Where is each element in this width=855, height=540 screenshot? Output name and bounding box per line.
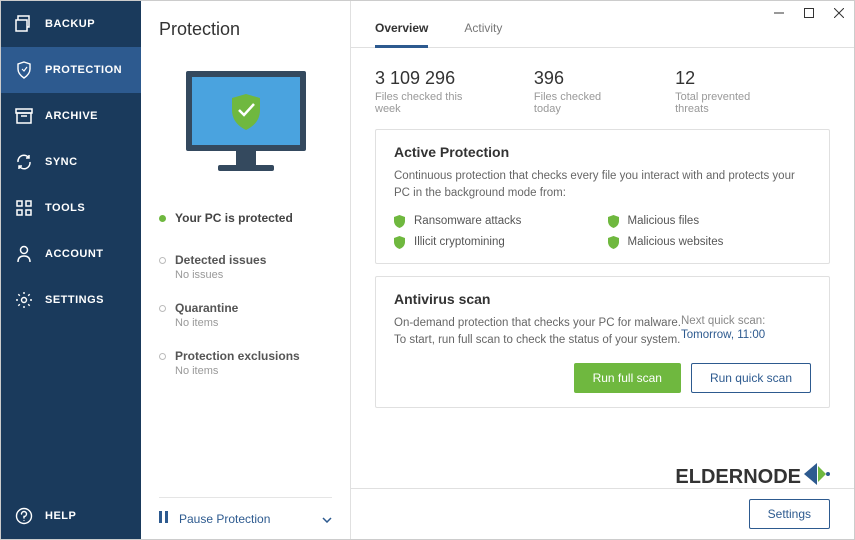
- shield-bullet-icon: [608, 236, 619, 249]
- sidebar-item-label: TOOLS: [45, 202, 85, 214]
- shield-bullet-icon: [394, 215, 405, 228]
- run-full-scan-button[interactable]: Run full scan: [574, 363, 681, 393]
- stat-value: 396: [534, 68, 625, 89]
- shield-icon: [15, 61, 33, 79]
- card-desc: On-demand protection that checks your PC…: [394, 315, 681, 350]
- settings-button[interactable]: Settings: [749, 499, 830, 529]
- next-scan-value: Tomorrow, 11:00: [681, 329, 811, 341]
- status-row: Your PC is protected: [159, 211, 332, 225]
- stat-label: Files checked this week: [375, 91, 484, 115]
- stat-files-today: 396 Files checked today: [534, 68, 625, 115]
- bullet-item: Malicious files: [608, 215, 812, 228]
- info-quarantine[interactable]: Quarantine No items: [159, 301, 332, 329]
- sync-icon: [15, 153, 33, 171]
- gear-icon: [15, 291, 33, 309]
- pause-label: Pause Protection: [179, 512, 270, 526]
- run-quick-scan-button[interactable]: Run quick scan: [691, 363, 811, 393]
- info-sub: No issues: [175, 269, 266, 281]
- info-title: Protection exclusions: [175, 349, 300, 363]
- sidebar-item-label: PROTECTION: [45, 64, 122, 76]
- sidebar-item-label: ARCHIVE: [45, 110, 98, 122]
- maximize-button[interactable]: [794, 1, 824, 25]
- sidebar-item-sync[interactable]: SYNC: [1, 139, 141, 185]
- bullet-item: Illicit cryptomining: [394, 236, 598, 249]
- backup-icon: [15, 15, 33, 33]
- info-dot-icon: [159, 257, 166, 264]
- chevron-down-icon: [322, 512, 332, 526]
- app-window: BACKUP PROTECTION ARCHIVE SYNC TOOLS: [0, 0, 855, 540]
- close-button[interactable]: [824, 1, 854, 25]
- minimize-button[interactable]: [764, 1, 794, 25]
- bullet-item: Malicious websites: [608, 236, 812, 249]
- stat-label: Total prevented threats: [675, 91, 780, 115]
- info-sub: No items: [175, 317, 238, 329]
- stat-files-week: 3 109 296 Files checked this week: [375, 68, 484, 115]
- stats-row: 3 109 296 Files checked this week 396 Fi…: [351, 48, 854, 129]
- info-exclusions[interactable]: Protection exclusions No items: [159, 349, 332, 377]
- stat-threats: 12 Total prevented threats: [675, 68, 780, 115]
- stat-value: 3 109 296: [375, 68, 484, 89]
- card-desc: Continuous protection that checks every …: [394, 168, 811, 203]
- info-dot-icon: [159, 353, 166, 360]
- bullet-item: Ransomware attacks: [394, 215, 598, 228]
- pause-protection-button[interactable]: Pause Protection: [159, 497, 332, 539]
- status-text: Your PC is protected: [175, 211, 293, 225]
- info-sub: No items: [175, 365, 300, 377]
- card-heading: Active Protection: [394, 144, 811, 160]
- archive-icon: [15, 107, 33, 125]
- pause-icon: [159, 511, 169, 526]
- shield-bullet-icon: [394, 236, 405, 249]
- stat-value: 12: [675, 68, 780, 89]
- status-dot-icon: [159, 215, 166, 222]
- next-scan-label: Next quick scan:: [681, 315, 811, 327]
- info-title: Detected issues: [175, 253, 266, 267]
- sidebar-item-archive[interactable]: ARCHIVE: [1, 93, 141, 139]
- sidebar-item-backup[interactable]: BACKUP: [1, 1, 141, 47]
- sidebar-item-protection[interactable]: PROTECTION: [1, 47, 141, 93]
- window-controls: [764, 1, 854, 25]
- main-footer: Settings: [351, 488, 854, 539]
- button-row: Run full scan Run quick scan: [394, 363, 811, 393]
- monitor-illustration: [176, 66, 316, 191]
- sidebar-item-settings[interactable]: SETTINGS: [1, 277, 141, 323]
- grid-icon: [15, 199, 33, 217]
- middle-panel: Protection Your PC is protected Detected…: [141, 1, 351, 539]
- sidebar-item-label: HELP: [45, 510, 76, 522]
- brand-logo: ELDERNODE: [675, 463, 830, 491]
- help-icon: [15, 507, 33, 525]
- main-panel: Overview Activity 3 109 296 Files checke…: [351, 1, 854, 539]
- shield-bullet-icon: [608, 215, 619, 228]
- sidebar-item-help[interactable]: HELP: [1, 493, 141, 539]
- tab-activity[interactable]: Activity: [464, 1, 502, 47]
- sidebar-item-label: SYNC: [45, 156, 78, 168]
- bullet-list: Ransomware attacks Malicious files Illic…: [394, 215, 811, 249]
- info-dot-icon: [159, 305, 166, 312]
- card-antivirus-scan: Antivirus scan On-demand protection that…: [375, 276, 830, 409]
- stat-label: Files checked today: [534, 91, 625, 115]
- sidebar-item-tools[interactable]: TOOLS: [1, 185, 141, 231]
- sidebar-item-label: ACCOUNT: [45, 248, 104, 260]
- page-title: Protection: [159, 19, 332, 40]
- card-active-protection: Active Protection Continuous protection …: [375, 129, 830, 264]
- tab-overview[interactable]: Overview: [375, 1, 428, 48]
- sidebar: BACKUP PROTECTION ARCHIVE SYNC TOOLS: [1, 1, 141, 539]
- user-icon: [15, 245, 33, 263]
- sidebar-item-account[interactable]: ACCOUNT: [1, 231, 141, 277]
- info-detected-issues[interactable]: Detected issues No issues: [159, 253, 332, 281]
- sidebar-item-label: SETTINGS: [45, 294, 104, 306]
- logo-triangle-icon: [804, 463, 830, 491]
- sidebar-item-label: BACKUP: [45, 18, 95, 30]
- card-heading: Antivirus scan: [394, 291, 811, 307]
- info-title: Quarantine: [175, 301, 238, 315]
